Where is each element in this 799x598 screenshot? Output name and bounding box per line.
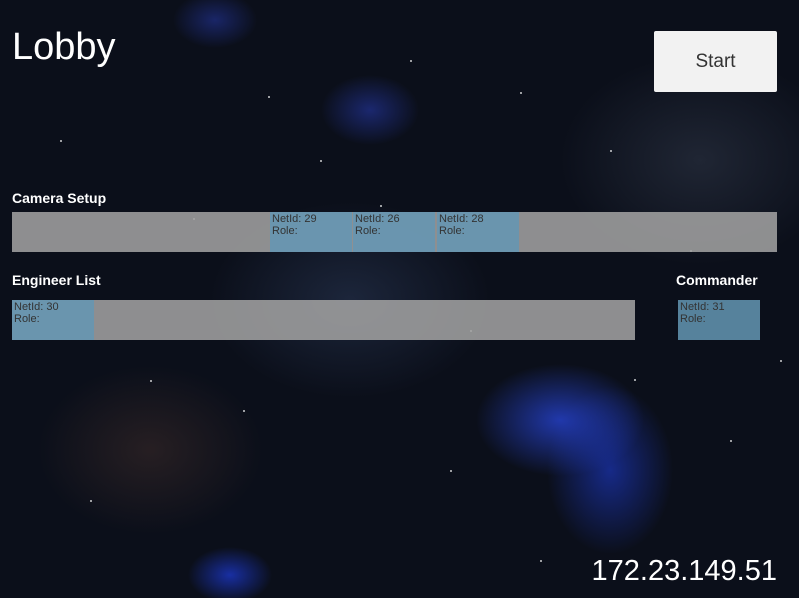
engineer-list-label: Engineer List [12, 272, 101, 288]
player-slot-commander-1[interactable]: NetId: 31 Role: [678, 300, 760, 340]
player-netid: NetId: 31 [680, 301, 725, 313]
player-slot-camera-3[interactable]: NetId: 28 Role: [437, 212, 519, 252]
player-slot-camera-1[interactable]: NetId: 29 Role: [270, 212, 352, 252]
page-title: Lobby [12, 26, 116, 68]
engineer-list: NetId: 30 Role: [12, 300, 635, 340]
player-netid: NetId: 30 [14, 301, 59, 313]
start-button[interactable]: Start [654, 31, 777, 92]
player-role: Role: [680, 313, 706, 325]
player-role: Role: [439, 225, 465, 237]
camera-setup-label: Camera Setup [12, 190, 107, 206]
player-role: Role: [272, 225, 298, 237]
player-role: Role: [14, 313, 40, 325]
player-slot-engineer-1[interactable]: NetId: 30 Role: [12, 300, 94, 340]
player-role: Role: [355, 225, 381, 237]
player-netid: NetId: 29 [272, 213, 317, 225]
player-slot-camera-2[interactable]: NetId: 26 Role: [353, 212, 435, 252]
camera-setup-list: NetId: 29 Role: NetId: 26 Role: NetId: 2… [12, 212, 777, 252]
player-netid: NetId: 28 [439, 213, 484, 225]
player-netid: NetId: 26 [355, 213, 400, 225]
ip-address: 172.23.149.51 [591, 555, 777, 587]
commander-label: Commander [676, 272, 758, 288]
commander-list: NetId: 31 Role: [678, 300, 760, 340]
